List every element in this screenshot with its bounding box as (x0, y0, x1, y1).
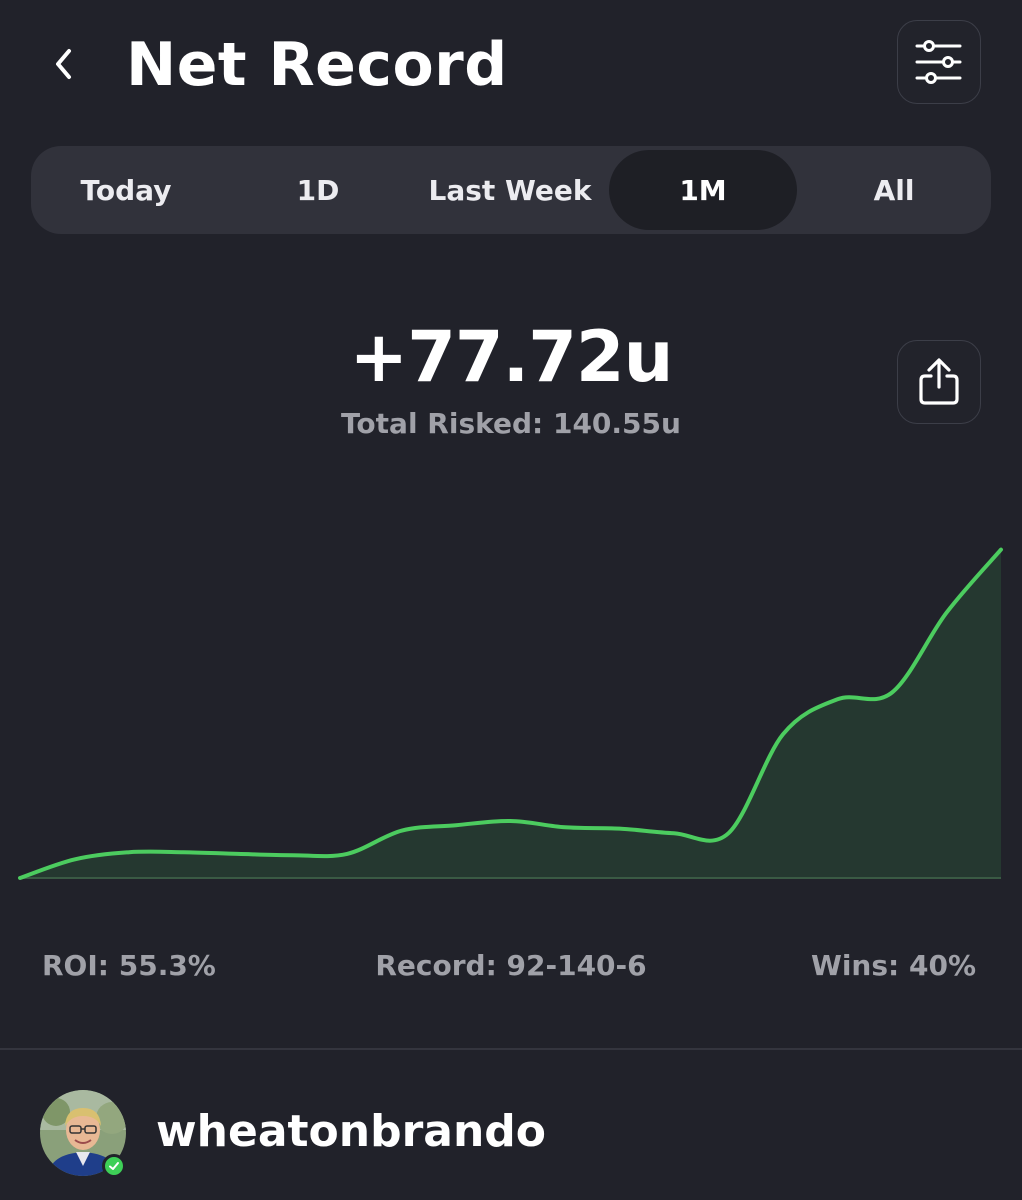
tab-last-week[interactable]: Last Week (415, 150, 605, 230)
check-badge-icon (102, 1154, 126, 1178)
total-risked-label: Total Risked: 140.55u (341, 407, 681, 440)
tab-today[interactable]: Today (31, 150, 221, 230)
wins-stat: Wins: 40% (810, 949, 976, 982)
chart-area-fill (20, 549, 1001, 878)
share-button[interactable] (897, 340, 981, 424)
net-units-chart (18, 547, 1003, 880)
username[interactable]: wheatonbrando (156, 1102, 546, 1162)
tab-1d[interactable]: 1D (223, 150, 413, 230)
filter-button[interactable] (897, 20, 981, 104)
divider (0, 1048, 1022, 1050)
share-icon (919, 358, 959, 405)
tab-all[interactable]: All (799, 150, 989, 230)
chevron-left-icon (56, 49, 71, 79)
back-button[interactable] (40, 36, 88, 92)
sliders-icon (915, 40, 962, 84)
net-units-value: +77.72u (349, 316, 674, 398)
net-record-screen: Net Record Today 1D Last Week 1M All +77… (0, 0, 1022, 1200)
page-title: Net Record (126, 30, 508, 100)
tab-1m[interactable]: 1M (609, 150, 797, 230)
time-range-tabs: Today 1D Last Week 1M All (31, 146, 991, 234)
